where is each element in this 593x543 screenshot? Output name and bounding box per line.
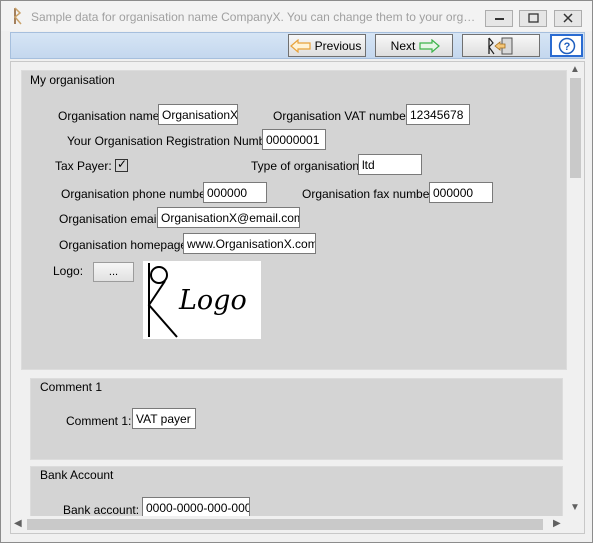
- phone-number-field[interactable]: 000000: [203, 182, 267, 203]
- phone-number-label: Organisation phone number:: [61, 187, 214, 201]
- minimize-button[interactable]: [485, 10, 513, 27]
- maximize-icon: [528, 13, 539, 23]
- organisation-vat-field[interactable]: 12345678: [406, 104, 470, 125]
- close-icon: [563, 13, 573, 23]
- logo-label: Logo:: [53, 264, 84, 278]
- logo-text: Logo: [178, 285, 247, 316]
- check-icon: ✓: [117, 157, 128, 171]
- vertical-scroll-thumb[interactable]: [570, 78, 581, 178]
- scroll-right-icon[interactable]: ▶: [553, 518, 561, 529]
- arrow-left-icon: [289, 38, 311, 53]
- toolbar: Previous Next ?: [10, 32, 585, 59]
- email-label: Organisation email:: [59, 212, 163, 226]
- horizontal-scroll-thumb[interactable]: [27, 519, 543, 530]
- app-window: Sample data for organisation name Compan…: [0, 0, 593, 543]
- browse-logo-button[interactable]: ...: [93, 262, 134, 282]
- previous-button[interactable]: Previous: [288, 34, 366, 57]
- email-field[interactable]: OrganisationX@email.com: [157, 207, 300, 228]
- group-title-bank-account: Bank Account: [38, 468, 116, 482]
- scroll-up-icon[interactable]: ▲: [570, 64, 580, 75]
- organisation-vat-label: Organisation VAT number:: [273, 109, 414, 123]
- window-title: Sample data for organisation name Compan…: [31, 10, 479, 24]
- group-my-organisation: My organisation Organisation name: Organ…: [21, 70, 567, 370]
- logo-image: Logo: [143, 261, 261, 339]
- horizontal-scrollbar[interactable]: ◀ ▶: [11, 516, 567, 533]
- tax-payer-label: Tax Payer:: [55, 159, 112, 173]
- bank-account-field[interactable]: 0000-0000-000-000: [142, 497, 250, 516]
- company-logo-icon: Logo: [147, 263, 247, 338]
- group-bank-account: Bank Account Bank account: 0000-0000-000…: [30, 466, 563, 516]
- organisation-type-label: Type of organisation:: [251, 159, 363, 173]
- form-panel: My organisation Organisation name: Organ…: [11, 62, 567, 516]
- content-area: My organisation Organisation name: Organ…: [10, 61, 585, 534]
- app-logo-icon: [13, 7, 22, 25]
- help-label: ?: [563, 41, 570, 53]
- close-button[interactable]: [554, 10, 582, 27]
- organisation-name-label: Organisation name:: [58, 109, 163, 123]
- comment-1-label: Comment 1:: [66, 414, 132, 428]
- title-bar: Sample data for organisation name Compan…: [1, 1, 592, 31]
- scrollbar-corner: [567, 516, 584, 533]
- help-icon: ?: [558, 37, 575, 54]
- minimize-icon: [495, 18, 504, 20]
- registration-number-label: Your Organisation Registration Number:: [67, 134, 280, 148]
- scroll-down-icon[interactable]: ▼: [570, 502, 580, 513]
- help-button[interactable]: ?: [550, 34, 583, 57]
- tax-payer-checkbox[interactable]: ✓: [115, 157, 128, 172]
- scroll-left-icon[interactable]: ◀: [14, 518, 22, 529]
- exit-button[interactable]: [462, 34, 540, 57]
- group-title-comment-1: Comment 1: [38, 380, 105, 394]
- group-comment-1: Comment 1 Comment 1: VAT payer: [30, 378, 563, 460]
- next-button[interactable]: Next: [375, 34, 453, 57]
- arrow-right-icon: [419, 38, 441, 53]
- organisation-name-field[interactable]: OrganisationX: [158, 104, 238, 125]
- organisation-type-field[interactable]: ltd: [358, 154, 422, 175]
- vertical-scrollbar[interactable]: ▲ ▼: [567, 62, 584, 516]
- previous-label: Previous: [314, 38, 362, 53]
- homepage-label: Organisation homepage:: [59, 238, 191, 252]
- homepage-field[interactable]: www.OrganisationX.com: [183, 233, 316, 254]
- bank-account-label: Bank account:: [63, 503, 140, 516]
- registration-number-field[interactable]: 00000001: [262, 129, 326, 150]
- next-label: Next: [390, 38, 416, 53]
- fax-number-label: Organisation fax number:: [302, 187, 437, 201]
- maximize-button[interactable]: [519, 10, 547, 27]
- group-title-my-organisation: My organisation: [28, 73, 117, 87]
- exit-door-icon: [488, 37, 513, 54]
- fax-number-field[interactable]: 000000: [429, 182, 493, 203]
- comment-1-field[interactable]: VAT payer: [132, 408, 196, 429]
